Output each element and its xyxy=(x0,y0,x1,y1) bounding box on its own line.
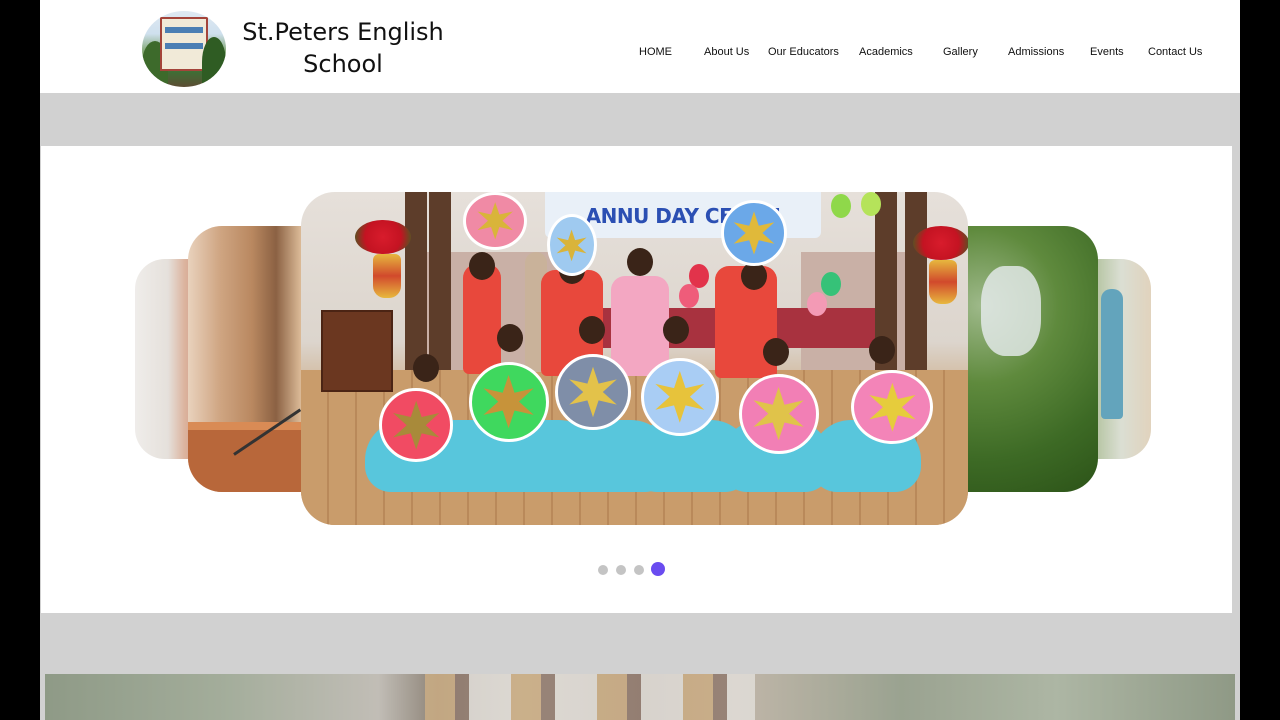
nav-academics[interactable]: Academics xyxy=(859,46,913,58)
carousel-slide-active[interactable]: ANNU DAY CELE N xyxy=(301,192,968,525)
carousel-dot-1[interactable] xyxy=(598,565,608,575)
school-name-line2: School xyxy=(303,50,383,78)
sun-craft-disc xyxy=(379,388,453,462)
carousel-dot-2[interactable] xyxy=(616,565,626,575)
child-head xyxy=(763,338,789,366)
nav-contact-us[interactable]: Contact Us xyxy=(1148,46,1202,58)
nav-gallery[interactable]: Gallery xyxy=(943,46,978,58)
page: St.Peters English School HOME About Us O… xyxy=(40,0,1240,720)
child-head xyxy=(741,262,767,290)
decor-pillar xyxy=(905,192,927,392)
child-head xyxy=(663,316,689,344)
flower-vase xyxy=(929,260,957,304)
school-name[interactable]: St.Peters English School xyxy=(236,16,450,80)
nav-our-educators[interactable]: Our Educators xyxy=(768,46,839,58)
flower-bouquet xyxy=(913,226,968,260)
flower-vase xyxy=(373,254,401,298)
sun-craft-disc xyxy=(641,358,719,436)
nav-home[interactable]: HOME xyxy=(639,46,672,58)
logo-tree xyxy=(202,37,226,87)
nav-events[interactable]: Events xyxy=(1090,46,1124,58)
wooden-cabinet xyxy=(321,310,393,392)
school-building-image xyxy=(45,674,1235,720)
child-head xyxy=(869,336,895,364)
balloon xyxy=(679,284,699,308)
sun-icon xyxy=(392,400,440,450)
sun-craft-disc xyxy=(851,370,933,444)
school-logo[interactable] xyxy=(142,11,226,87)
balloon xyxy=(807,292,827,316)
child-head xyxy=(413,354,439,382)
flower-bouquet xyxy=(355,220,411,254)
balloon xyxy=(821,272,841,296)
carousel-dot-3[interactable] xyxy=(634,565,644,575)
sun-icon xyxy=(655,371,705,423)
sky-patch xyxy=(981,266,1041,356)
teacher-figure xyxy=(1101,289,1123,419)
nav-admissions[interactable]: Admissions xyxy=(1008,46,1064,58)
sun-craft-disc xyxy=(547,214,597,276)
child-head xyxy=(579,316,605,344)
child-figure xyxy=(463,264,501,374)
sun-craft-disc xyxy=(721,200,787,266)
child-figure xyxy=(611,276,669,376)
sun-icon xyxy=(753,387,805,441)
child-head xyxy=(469,252,495,280)
sun-icon xyxy=(557,229,587,261)
child-head xyxy=(497,324,523,352)
child-head xyxy=(627,248,653,276)
balloon xyxy=(831,194,851,218)
photo-carousel: ANNU DAY CELE N xyxy=(41,146,1232,613)
site-header: St.Peters English School HOME About Us O… xyxy=(40,0,1240,93)
balloon xyxy=(861,192,881,216)
sun-craft-disc xyxy=(469,362,549,442)
school-name-line1: St.Peters English xyxy=(242,18,444,46)
image-overlay xyxy=(45,674,1235,720)
sun-icon xyxy=(477,202,513,240)
sun-icon xyxy=(483,375,535,429)
sun-craft-disc xyxy=(555,354,631,430)
sun-icon xyxy=(733,211,775,255)
sun-craft-disc xyxy=(463,192,527,250)
nav-about-us[interactable]: About Us xyxy=(704,46,749,58)
sun-craft-disc xyxy=(739,374,819,454)
logo-building xyxy=(160,17,208,71)
carousel-dot-4-active[interactable] xyxy=(651,562,665,576)
sun-icon xyxy=(569,366,617,418)
sun-icon xyxy=(868,382,916,432)
